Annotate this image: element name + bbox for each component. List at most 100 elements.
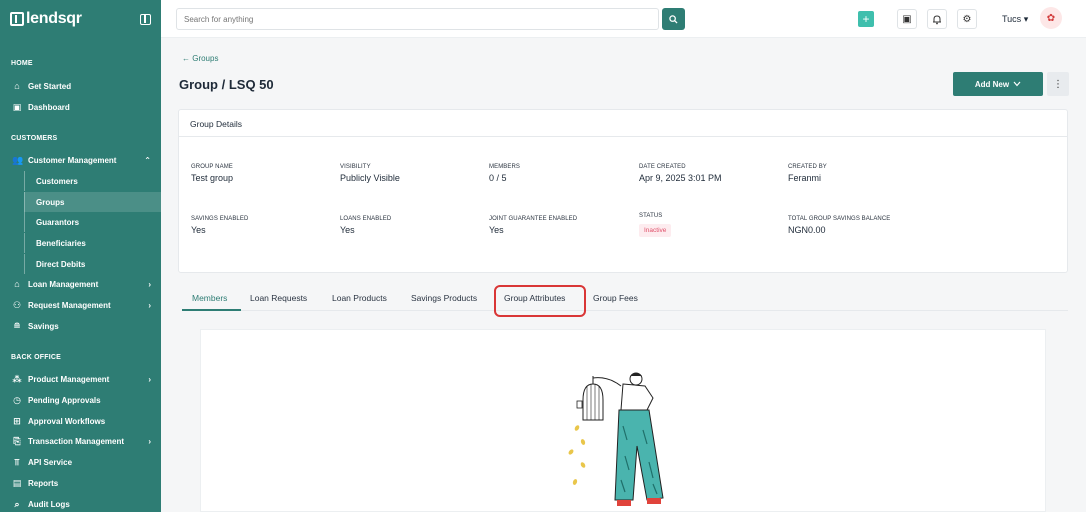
bell-icon[interactable] (927, 9, 947, 29)
section-home: HOME (11, 60, 33, 67)
back-to-groups-link[interactable]: ← Groups (182, 54, 218, 63)
sidebar-item-savings[interactable]: ≘ Savings (0, 316, 161, 336)
sidebar-item-direct-debits[interactable]: Direct Debits (24, 254, 161, 274)
api-icon: ⫪ (14, 456, 20, 467)
search-button[interactable] (662, 8, 685, 30)
tab-loan-requests[interactable]: Loan Requests (250, 289, 307, 311)
field-date-created: DATE CREATED Apr 9, 2025 3:01 PM (639, 164, 722, 183)
sidebar: lendsqr HOME ⌂ Get Started ▣ Dashboard C… (0, 0, 161, 512)
sidebar-item-customers[interactable]: Customers (24, 171, 161, 191)
highlight-annotation (494, 285, 586, 317)
avatar[interactable]: ✿ (1040, 7, 1062, 29)
chevron-up-icon: ⌃ (144, 155, 151, 165)
field-label: SAVINGS ENABLED (191, 216, 249, 222)
transaction-icon: ⎘ (13, 435, 21, 446)
bell-glyph (933, 14, 941, 24)
add-new-button[interactable]: Add New (953, 72, 1043, 96)
sidebar-item-label: API Service (28, 457, 73, 467)
user-menu[interactable]: Tucs ▾ (1002, 14, 1028, 25)
field-value: Apr 9, 2025 3:01 PM (639, 173, 722, 183)
sidebar-item-label: Request Management (28, 300, 111, 310)
sidebar-item-api-service[interactable]: ⫪ API Service (0, 452, 161, 472)
field-created-by: CREATED BY Feranmi (788, 164, 827, 183)
field-loans-enabled: LOANS ENABLED Yes (340, 216, 391, 235)
field-label: MEMBERS (489, 164, 521, 170)
sidebar-item-loan-management[interactable]: ⌂ Loan Management › (0, 274, 161, 294)
field-value: Yes (340, 225, 355, 235)
status-badge: Inactive (639, 224, 672, 237)
more-options-button[interactable]: ⋮ (1047, 72, 1069, 96)
sidebar-item-label: Reports (28, 478, 59, 488)
field-label: VISIBILITY (340, 164, 371, 170)
plus-icon[interactable]: + (858, 11, 874, 27)
sidebar-item-transaction-management[interactable]: ⎘ Transaction Management › (0, 431, 161, 451)
sidebar-item-label: Loan Management (28, 279, 99, 289)
sidebar-item-label: Transaction Management (28, 436, 125, 446)
field-label: STATUS (639, 213, 663, 219)
field-value: Test group (191, 173, 234, 183)
sidebar-item-get-started[interactable]: ⌂ Get Started (0, 76, 161, 96)
group-details-card: Group Details GROUP NAME Test group VISI… (178, 109, 1068, 273)
field-group-name: GROUP NAME Test group (191, 164, 233, 183)
sidebar-item-label: Pending Approvals (28, 395, 101, 405)
field-label: GROUP NAME (191, 164, 233, 170)
home-icon: ⌂ (14, 81, 20, 91)
sidebar-item-dashboard[interactable]: ▣ Dashboard (0, 97, 161, 117)
tab-members[interactable]: Members (182, 289, 241, 311)
sidebar-item-approval-workflows[interactable]: ⊞ Approval Workflows (0, 411, 161, 431)
sidebar-header: lendsqr (0, 0, 161, 38)
tab-savings-products[interactable]: Savings Products (411, 289, 477, 311)
sidebar-item-groups[interactable]: Groups (24, 192, 161, 212)
sidebar-item-customer-management[interactable]: 👥 Customer Management ⌃ (0, 150, 161, 170)
sidebar-item-beneficiaries[interactable]: Beneficiaries (24, 233, 161, 253)
field-value: Yes (191, 225, 206, 235)
sidebar-item-label: Beneficiaries (36, 238, 86, 248)
sidebar-item-guarantors[interactable]: Guarantors (24, 212, 161, 232)
field-members: MEMBERS 0 / 5 (489, 164, 520, 183)
collapse-sidebar-icon[interactable] (140, 13, 151, 25)
sidebar-item-request-management[interactable]: ⚇ Request Management › (0, 295, 161, 315)
caret-down-icon: ▾ (1023, 14, 1029, 24)
sidebar-item-label: Groups (36, 197, 65, 207)
users-icon: 👥 (12, 154, 24, 165)
user-request-icon: ⚇ (12, 299, 22, 310)
sidebar-item-audit-logs[interactable]: ⌕ Audit Logs (0, 494, 161, 512)
sidebar-item-label: Audit Logs (28, 499, 70, 509)
sidebar-item-pending-approvals[interactable]: ◷ Pending Approvals (0, 390, 161, 410)
field-total-savings: TOTAL GROUP SAVINGS BALANCE NGN0.00 (788, 216, 890, 235)
workflow-icon: ⊞ (13, 415, 21, 426)
sidebar-item-product-management[interactable]: ⁂ Product Management › (0, 369, 161, 389)
sidebar-item-reports[interactable]: ▤ Reports (0, 473, 161, 493)
tab-loan-products[interactable]: Loan Products (332, 289, 387, 311)
field-status: STATUS Inactive (639, 213, 672, 237)
chevron-right-icon: › (148, 374, 151, 384)
bank-icon: ⌂ (14, 279, 20, 289)
tab-group-fees[interactable]: Group Fees (593, 289, 638, 311)
book-icon[interactable]: ▣ (897, 9, 917, 29)
chevron-right-icon: › (148, 279, 151, 289)
sidebar-item-label: Savings (28, 321, 59, 331)
sidebar-item-label: Get Started (28, 81, 72, 91)
gear-icon[interactable]: ⚙ (957, 9, 977, 29)
brand-name: lendsqr (26, 10, 82, 27)
reports-icon: ▤ (12, 477, 22, 488)
search-input[interactable] (176, 8, 659, 30)
sidebar-item-label: Customer Management (28, 155, 117, 165)
field-visibility: VISIBILITY Publicly Visible (340, 164, 400, 183)
field-savings-enabled: SAVINGS ENABLED Yes (191, 216, 248, 235)
sidebar-item-label: Customers (36, 176, 78, 186)
page-title: Group / LSQ 50 (179, 77, 274, 92)
sidebar-item-label: Direct Debits (36, 259, 86, 269)
section-customers: CUSTOMERS (11, 135, 58, 142)
search-icon (669, 14, 678, 24)
field-label: JOINT GUARANTEE ENABLED (489, 216, 578, 222)
field-label: CREATED BY (788, 164, 827, 170)
empty-state-illustration (568, 372, 664, 506)
field-label: LOANS ENABLED (340, 216, 392, 222)
brand-logo[interactable]: lendsqr (10, 10, 82, 28)
field-value: NGN0.00 (788, 225, 826, 235)
group-details-heading: Group Details (179, 110, 1067, 137)
field-label: DATE CREATED (639, 164, 686, 170)
product-icon: ⁂ (12, 373, 22, 384)
chevron-right-icon: › (148, 436, 151, 446)
